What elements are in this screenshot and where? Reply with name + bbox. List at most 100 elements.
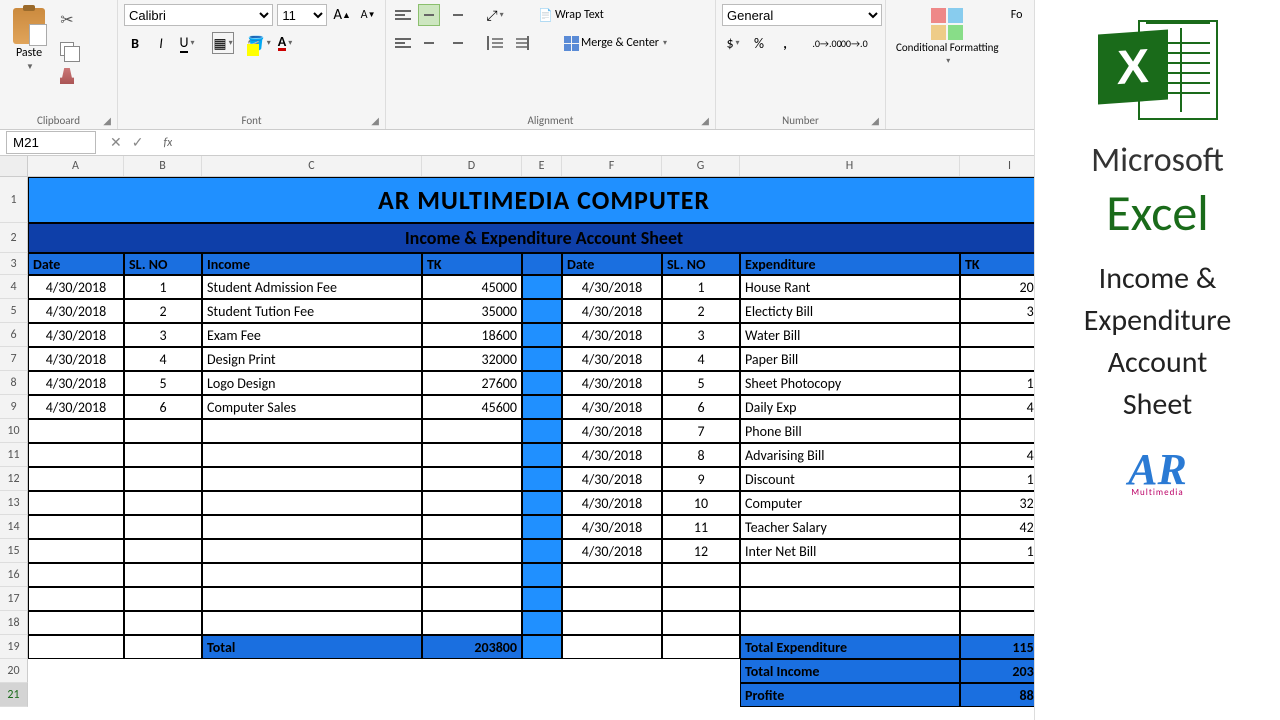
cell[interactable]: Computer — [740, 491, 960, 515]
cell[interactable] — [124, 539, 202, 563]
cell[interactable] — [28, 467, 124, 491]
cell[interactable] — [124, 515, 202, 539]
row-header-18[interactable]: 18 — [0, 611, 28, 635]
cell[interactable]: Total — [202, 635, 422, 659]
cell[interactable]: Income & Expenditure Account Sheet — [28, 223, 1060, 253]
column-header-F[interactable]: F — [562, 156, 662, 176]
cell[interactable] — [28, 683, 124, 707]
cell[interactable]: 4/30/2018 — [562, 347, 662, 371]
cell[interactable] — [522, 419, 562, 443]
cell[interactable]: SL. NO — [662, 253, 740, 275]
cell[interactable]: 10 — [662, 491, 740, 515]
cell[interactable] — [522, 275, 562, 299]
row-header-10[interactable]: 10 — [0, 419, 28, 443]
column-header-A[interactable]: A — [28, 156, 124, 176]
cell[interactable]: AR MULTIMEDIA COMPUTER — [28, 177, 1060, 223]
cell[interactable] — [522, 659, 562, 683]
cell[interactable]: 6 — [124, 395, 202, 419]
cell[interactable]: Logo Design — [202, 371, 422, 395]
cell[interactable]: 3 — [124, 323, 202, 347]
cell[interactable] — [28, 515, 124, 539]
cell[interactable] — [28, 563, 124, 587]
cell[interactable]: Income — [202, 253, 422, 275]
cell[interactable] — [28, 491, 124, 515]
cell[interactable] — [202, 491, 422, 515]
cell[interactable]: Student Admission Fee — [202, 275, 422, 299]
column-header-H[interactable]: H — [740, 156, 960, 176]
column-header-G[interactable]: G — [662, 156, 740, 176]
cell[interactable]: 4/30/2018 — [562, 275, 662, 299]
increase-indent-button[interactable] — [510, 32, 532, 54]
cell[interactable] — [740, 563, 960, 587]
cell[interactable] — [662, 659, 740, 683]
cell[interactable]: 4/30/2018 — [28, 275, 124, 299]
cell[interactable] — [422, 611, 522, 635]
cell[interactable] — [662, 635, 740, 659]
cell[interactable] — [422, 491, 522, 515]
cell[interactable] — [522, 515, 562, 539]
cell[interactable]: 18600 — [422, 323, 522, 347]
cell[interactable] — [422, 563, 522, 587]
cell[interactable]: Electicty Bill — [740, 299, 960, 323]
cell[interactable]: 4/30/2018 — [28, 299, 124, 323]
cell[interactable]: 4 — [662, 347, 740, 371]
cell[interactable]: 4 — [124, 347, 202, 371]
cell[interactable] — [124, 419, 202, 443]
row-header-5[interactable]: 5 — [0, 299, 28, 323]
column-header-B[interactable]: B — [124, 156, 202, 176]
bottom-align-button[interactable] — [444, 4, 466, 26]
cell[interactable]: 4/30/2018 — [28, 395, 124, 419]
cell[interactable]: Total Income — [740, 659, 960, 683]
column-header-E[interactable]: E — [522, 156, 562, 176]
comma-button[interactable]: , — [774, 32, 796, 54]
cell[interactable] — [202, 587, 422, 611]
cell[interactable] — [740, 611, 960, 635]
middle-align-button[interactable] — [418, 4, 440, 26]
cell[interactable]: 7 — [662, 419, 740, 443]
cell[interactable] — [124, 683, 202, 707]
cell[interactable] — [522, 539, 562, 563]
cell[interactable] — [202, 659, 422, 683]
fill-color-button[interactable]: 🪣▾ — [248, 32, 270, 54]
cell[interactable]: 8 — [662, 443, 740, 467]
cell[interactable]: Phone Bill — [740, 419, 960, 443]
fx-icon[interactable]: fx — [151, 136, 172, 150]
paste-button[interactable]: Paste ▼ — [6, 4, 52, 112]
cell[interactable]: Total Expenditure — [740, 635, 960, 659]
decrease-decimal-button[interactable]: .00→.0 — [842, 32, 864, 54]
cell[interactable]: SL. NO — [124, 253, 202, 275]
row-header-2[interactable]: 2 — [0, 223, 28, 253]
cell[interactable]: Teacher Salary — [740, 515, 960, 539]
cell[interactable] — [522, 253, 562, 275]
cell[interactable] — [562, 659, 662, 683]
cell[interactable] — [422, 515, 522, 539]
row-header-8[interactable]: 8 — [0, 371, 28, 395]
align-left-button[interactable] — [392, 32, 414, 54]
cell[interactable]: 2 — [124, 299, 202, 323]
number-format-select[interactable]: General — [722, 4, 882, 26]
font-color-button[interactable]: A▾ — [274, 32, 296, 54]
row-header-13[interactable]: 13 — [0, 491, 28, 515]
cell[interactable]: 4/30/2018 — [562, 419, 662, 443]
italic-button[interactable]: I — [150, 32, 172, 54]
cut-button[interactable]: ✂ — [56, 8, 77, 32]
cell[interactable]: Date — [562, 253, 662, 275]
enter-formula-button[interactable]: ✓ — [132, 134, 144, 151]
cell[interactable]: 4/30/2018 — [562, 467, 662, 491]
underline-button[interactable]: U▾ — [176, 32, 198, 54]
cell[interactable]: Sheet Photocopy — [740, 371, 960, 395]
cell[interactable] — [662, 683, 740, 707]
cell[interactable] — [522, 467, 562, 491]
cell[interactable] — [562, 587, 662, 611]
row-header-14[interactable]: 14 — [0, 515, 28, 539]
align-center-button[interactable] — [418, 32, 440, 54]
column-header-C[interactable]: C — [202, 156, 422, 176]
cell[interactable] — [202, 419, 422, 443]
cell[interactable]: Design Print — [202, 347, 422, 371]
cell[interactable] — [422, 587, 522, 611]
cell[interactable]: 203800 — [422, 635, 522, 659]
name-box[interactable] — [6, 131, 96, 154]
cell[interactable] — [562, 563, 662, 587]
cell[interactable] — [202, 515, 422, 539]
cell[interactable] — [28, 539, 124, 563]
